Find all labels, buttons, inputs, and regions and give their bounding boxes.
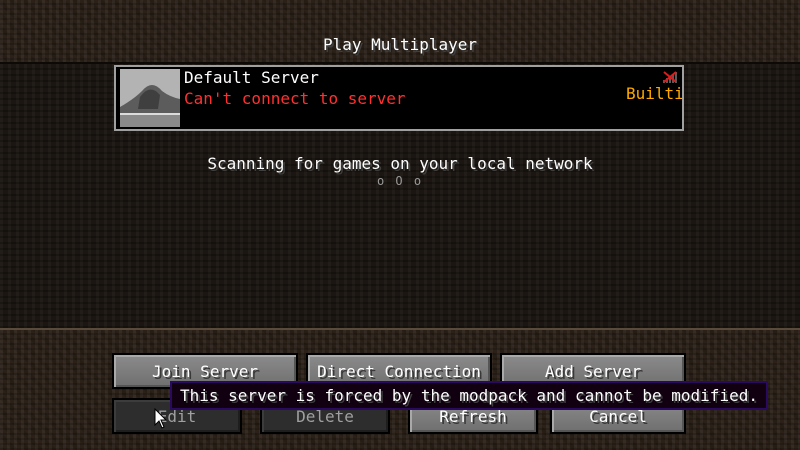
lan-scanning-text: Scanning for games on your local network (207, 154, 593, 173)
server-tag: Builtin (626, 84, 682, 103)
server-name: Default Server (184, 68, 319, 87)
lan-scanning-indicator: o O o (376, 174, 424, 188)
server-entry[interactable]: Default Server Can't connect to server B… (114, 65, 684, 131)
landscape-thumbnail-icon (120, 69, 180, 127)
server-status: Can't connect to server (184, 89, 406, 108)
tooltip: This server is forced by the modpack and… (170, 381, 768, 410)
no-connection-icon (662, 69, 678, 83)
screen-title: Play Multiplayer (322, 35, 478, 54)
mouse-cursor-icon (154, 407, 168, 430)
